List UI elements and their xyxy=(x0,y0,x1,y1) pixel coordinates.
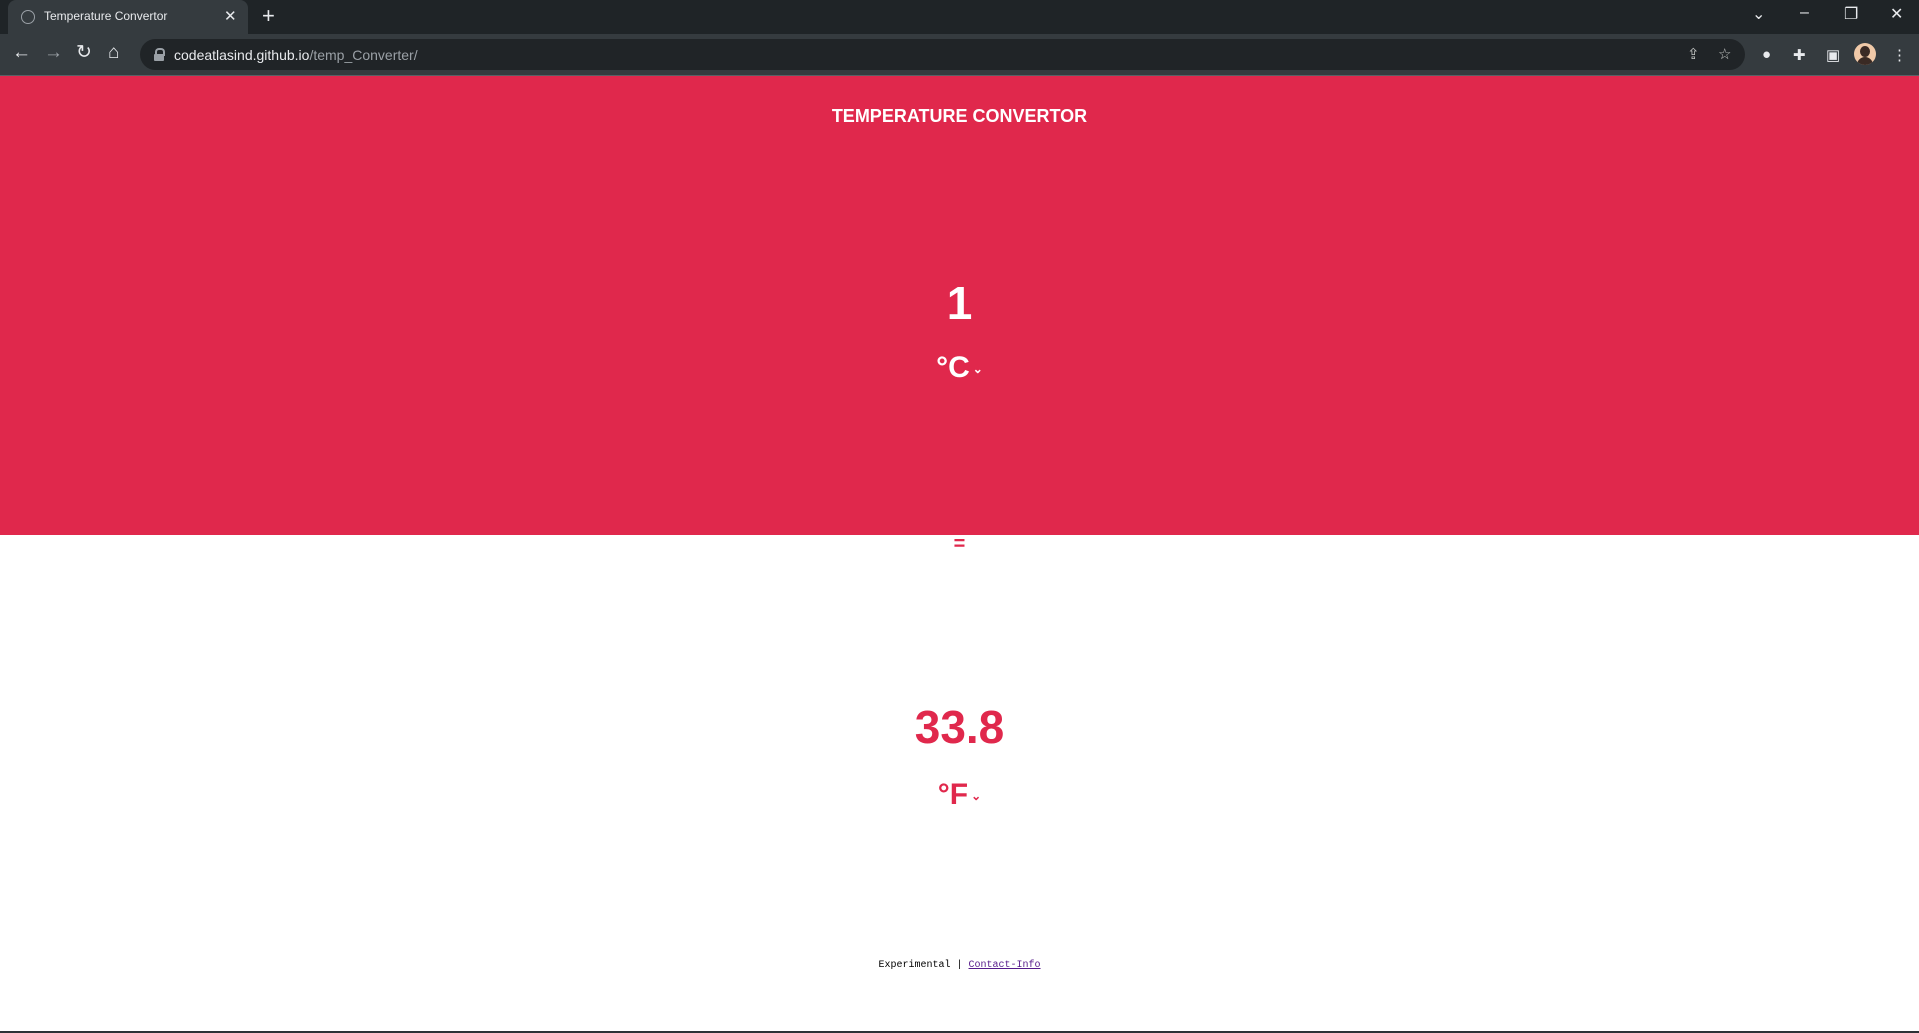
footer-separator: | xyxy=(956,960,963,971)
from-unit-label: °C xyxy=(936,351,970,384)
reload-icon[interactable]: ↻ xyxy=(76,43,92,63)
new-tab-button[interactable]: + xyxy=(262,3,275,29)
footer: Experimental | Contact-Info xyxy=(0,960,1919,971)
to-unit-label: °F xyxy=(937,778,969,811)
forward-icon[interactable]: → xyxy=(44,43,63,63)
tab-search-icon[interactable]: ⌄ xyxy=(1752,4,1765,24)
to-value-output[interactable] xyxy=(0,700,1919,754)
browser-toolbar: ← → ↻ ⌂ codeatlasind.github.io/temp_Conv… xyxy=(0,34,1919,76)
back-icon[interactable]: ← xyxy=(12,43,31,63)
restore-icon[interactable]: ❐ xyxy=(1844,4,1858,24)
url-text[interactable]: codeatlasind.github.io/temp_Converter/ xyxy=(174,47,418,63)
minimize-icon[interactable]: – xyxy=(1800,4,1809,22)
chevron-down-icon: ⌄ xyxy=(972,362,983,377)
bookmark-star-icon[interactable]: ☆ xyxy=(1718,45,1731,63)
equals-sign: = xyxy=(953,533,966,555)
close-tab-icon[interactable]: ✕ xyxy=(224,7,237,25)
globe-icon xyxy=(21,10,35,24)
browser-tab-bar: Temperature Convertor ✕ + ⌄ – ❐ ✕ xyxy=(0,0,1919,34)
side-panel-icon[interactable]: ▣ xyxy=(1826,46,1840,64)
extension-icon[interactable]: ● xyxy=(1762,46,1771,63)
address-bar[interactable]: codeatlasind.github.io/temp_Converter/ ⇪… xyxy=(140,39,1745,70)
tab-title: Temperature Convertor xyxy=(44,9,168,23)
extensions-puzzle-icon[interactable]: ✚ xyxy=(1793,46,1806,64)
share-icon[interactable]: ⇪ xyxy=(1687,45,1700,63)
profile-avatar[interactable] xyxy=(1854,43,1876,65)
browser-tab[interactable]: Temperature Convertor ✕ xyxy=(8,0,248,34)
contact-info-link[interactable]: Contact-Info xyxy=(969,960,1041,971)
lock-icon xyxy=(154,48,165,61)
home-icon[interactable]: ⌂ xyxy=(108,43,119,63)
more-menu-icon[interactable]: ⋮ xyxy=(1892,46,1907,64)
input-section: TEMPERATURE CONVERTOR °C⌄ xyxy=(0,76,1919,535)
from-unit-select[interactable]: °C ⌄ xyxy=(0,351,1919,385)
footer-text: Experimental xyxy=(878,960,951,971)
from-value-input[interactable] xyxy=(0,276,1919,330)
close-window-icon[interactable]: ✕ xyxy=(1890,4,1903,24)
chevron-down-icon: ⌄ xyxy=(971,789,982,804)
page-title: TEMPERATURE CONVERTOR xyxy=(831,106,1088,126)
to-unit-select[interactable]: °F ⌄ xyxy=(0,778,1919,812)
